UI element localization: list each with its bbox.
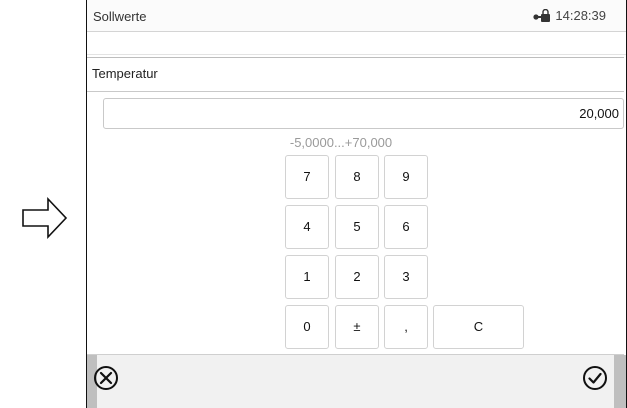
arrow-right-icon (22, 196, 68, 240)
status-title: Sollwerte (93, 9, 147, 24)
cancel-icon (93, 366, 119, 395)
confirm-button[interactable] (582, 365, 608, 391)
checkmark-icon (582, 366, 608, 395)
key-4[interactable]: 4 (285, 205, 329, 249)
bottom-bar (87, 355, 626, 408)
divider (87, 54, 626, 55)
key-6[interactable]: 6 (384, 205, 428, 249)
key-3[interactable]: 3 (384, 255, 428, 299)
key-0[interactable]: 0 (285, 305, 329, 349)
key-comma[interactable]: , (384, 305, 428, 349)
value-input[interactable]: 20,000 (103, 98, 624, 129)
right-edge-strip (614, 355, 626, 408)
key-7[interactable]: 7 (285, 155, 329, 199)
key-2[interactable]: 2 (335, 255, 379, 299)
device-screen: Sollwerte 14:28:39 Temperatur 20,000 -5,… (86, 0, 627, 408)
status-bar: Sollwerte 14:28:39 (87, 0, 626, 32)
status-time: 14:28:39 (555, 8, 606, 23)
cancel-button[interactable] (93, 365, 119, 391)
key-clear[interactable]: C (433, 305, 524, 349)
value-range: -5,0000...+70,000 (289, 135, 393, 150)
dialog-title: Temperatur (87, 58, 624, 92)
key-1[interactable]: 1 (285, 255, 329, 299)
numeric-entry-dialog: Temperatur 20,000 -5,0000...+70,000 7 8 … (87, 57, 624, 355)
key-8[interactable]: 8 (335, 155, 379, 199)
key-5[interactable]: 5 (335, 205, 379, 249)
key-plus-minus[interactable]: ± (335, 305, 379, 349)
lock-icon (533, 8, 551, 23)
key-9[interactable]: 9 (384, 155, 428, 199)
status-right: 14:28:39 (533, 8, 606, 23)
